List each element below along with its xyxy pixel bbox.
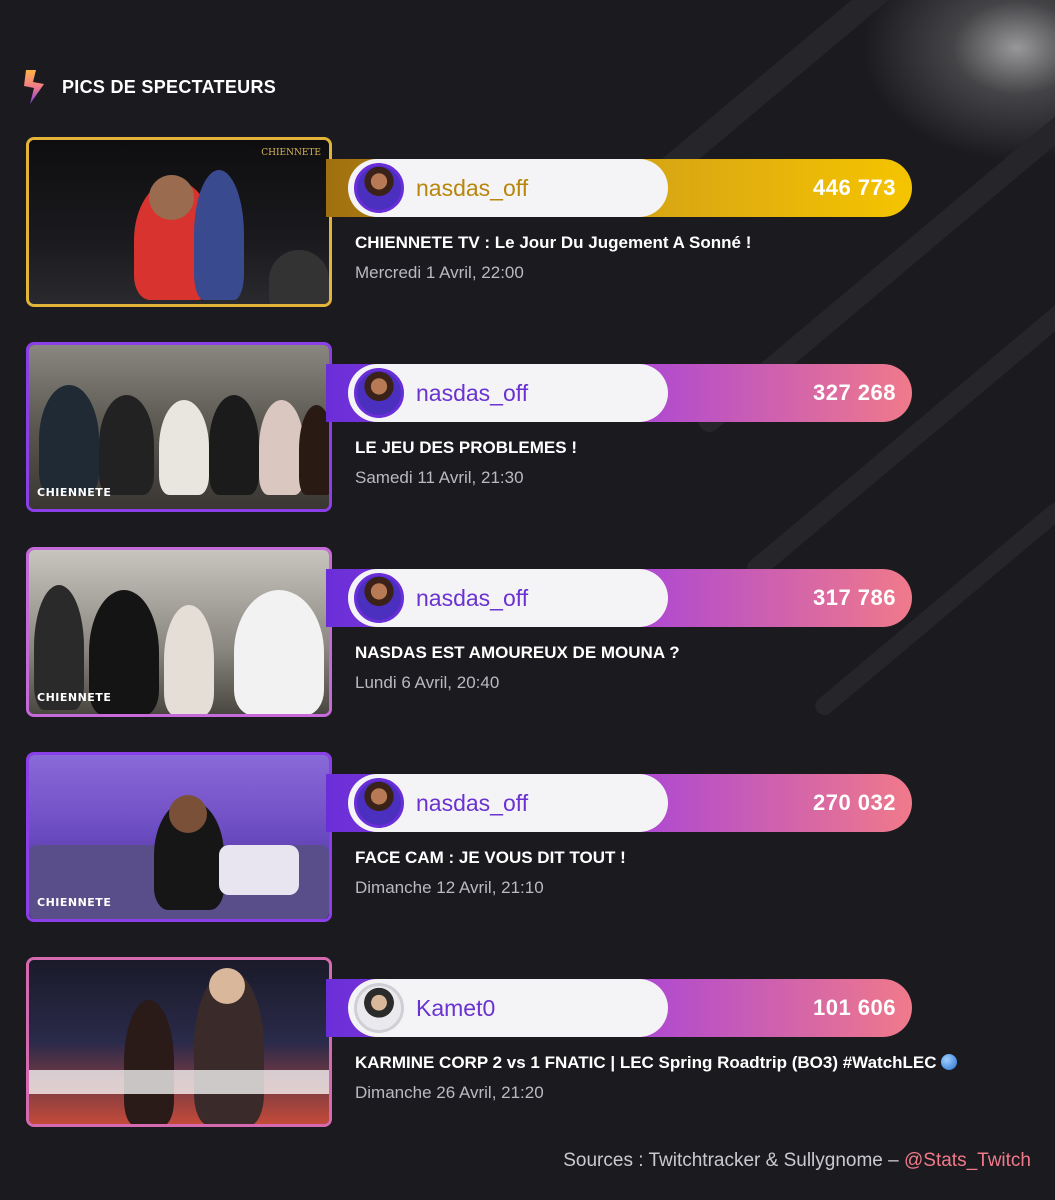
lightning-bolt-icon (24, 70, 44, 104)
streamer-pill[interactable]: nasdas_off (348, 774, 668, 832)
avatar (354, 368, 404, 418)
stream-title-text: KARMINE CORP 2 vs 1 FNATIC | LEC Spring … (355, 1053, 937, 1072)
sources-text: Sources : Twitchtracker & Sullygnome – (563, 1150, 899, 1171)
avatar (354, 778, 404, 828)
peak-viewers: 317 786 (812, 585, 896, 610)
stream-thumbnail[interactable] (26, 957, 332, 1127)
section-header: PICS DE SPECTATEURS (24, 70, 276, 104)
stream-thumbnail[interactable]: CHIENNETE (26, 342, 332, 512)
stream-date: Samedi 11 Avril, 21:30 (355, 468, 524, 487)
stream-date: Dimanche 12 Avril, 21:10 (355, 878, 544, 897)
stream-title: LE JEU DES PROBLEMES ! (355, 438, 577, 457)
stream-card[interactable]: 101 606 Kamet0 KARMINE CORP 2 vs 1 FNATI… (26, 957, 957, 1127)
stream-thumbnail[interactable]: CHIENNETE (26, 547, 332, 717)
avatar (354, 163, 404, 213)
stream-date: Lundi 6 Avril, 20:40 (355, 673, 500, 692)
thumbnail-logo: CHIENNETE (37, 896, 112, 909)
streamer-pill[interactable]: nasdas_off (348, 569, 668, 627)
sources-footer: Sources : Twitchtracker & Sullygnome – @… (563, 1150, 1031, 1172)
streamer-name[interactable]: nasdas_off (416, 175, 528, 202)
streamer-name[interactable]: Kamet0 (416, 995, 495, 1022)
stream-title: CHIENNETE TV : Le Jour Du Jugement A Son… (355, 233, 752, 252)
globe-icon (940, 1054, 957, 1070)
stream-card[interactable]: CHIENNETE 317 786 nasdas_off NASDAS EST … (26, 547, 926, 717)
stream-card[interactable]: CHIENNETE 446 773 nasdas_off CHIENNETE T… (26, 137, 926, 307)
streamer-pill[interactable]: nasdas_off (348, 364, 668, 422)
stream-title: KARMINE CORP 2 vs 1 FNATIC | LEC Spring … (355, 1053, 957, 1073)
streamer-name[interactable]: nasdas_off (416, 790, 528, 817)
avatar (354, 573, 404, 623)
stream-date: Mercredi 1 Avril, 22:00 (355, 263, 524, 282)
peak-viewers: 270 032 (812, 790, 896, 815)
stream-card[interactable]: CHIENNETE 327 268 nasdas_off LE JEU DES … (26, 342, 926, 512)
stream-date: Dimanche 26 Avril, 21:20 (355, 1083, 544, 1102)
stream-title: FACE CAM : JE VOUS DIT TOUT ! (355, 848, 626, 867)
thumbnail-logo: CHIENNETE (37, 486, 112, 499)
stream-thumbnail[interactable]: CHIENNETE (26, 752, 332, 922)
peak-viewers: 327 268 (812, 380, 896, 405)
stream-title: NASDAS EST AMOUREUX DE MOUNA ? (355, 643, 680, 662)
streamer-pill[interactable]: nasdas_off (348, 159, 668, 217)
streamer-pill[interactable]: Kamet0 (348, 979, 668, 1037)
thumbnail-logo: CHIENNETE (37, 691, 112, 704)
stream-thumbnail[interactable]: CHIENNETE (26, 137, 332, 307)
peak-viewers: 101 606 (812, 995, 896, 1020)
streamer-name[interactable]: nasdas_off (416, 380, 528, 407)
stream-card[interactable]: CHIENNETE 270 032 nasdas_off FACE CAM : … (26, 752, 926, 922)
avatar (354, 983, 404, 1033)
peak-viewers: 446 773 (812, 175, 896, 200)
twitter-handle[interactable]: @Stats_Twitch (904, 1150, 1031, 1171)
streamer-name[interactable]: nasdas_off (416, 585, 528, 612)
page-title: PICS DE SPECTATEURS (62, 76, 277, 97)
